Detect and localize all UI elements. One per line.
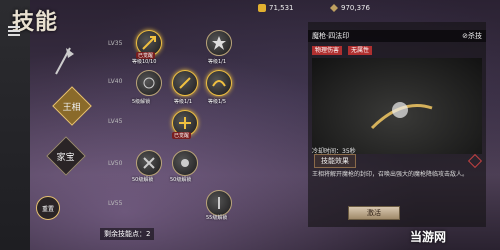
tag-physical: 物理伤害 xyxy=(312,46,343,55)
tag-neutral: 无属性 xyxy=(348,46,373,55)
node-sublabel: 50级解锁 xyxy=(170,177,192,183)
level-label: LV40 xyxy=(108,78,123,85)
skill-node[interactable] xyxy=(206,70,232,96)
gem-counter: 970,376 xyxy=(330,2,370,14)
reset-button[interactable]: 重置 xyxy=(36,196,60,220)
skill-node[interactable] xyxy=(172,150,198,176)
left-strip xyxy=(0,0,30,250)
skill-preview xyxy=(312,58,482,154)
skill-node[interactable] xyxy=(206,30,232,56)
level-label: LV50 xyxy=(108,160,123,167)
effect-text: 王相将解开魔枪的封印，召唤出强大的魔枪降临攻击敌人。 xyxy=(312,171,469,178)
axe-icon xyxy=(52,44,76,78)
level-label: LV55 xyxy=(108,200,123,207)
coin-icon xyxy=(258,4,266,12)
coin-counter: 71,531 xyxy=(258,2,294,14)
awakened-chip: 已觉醒 xyxy=(172,132,192,139)
menu-icon[interactable] xyxy=(8,26,20,36)
skill-node[interactable] xyxy=(136,150,162,176)
skill-name: 魔枪·四法印 xyxy=(312,32,350,40)
level-label: LV45 xyxy=(108,118,123,125)
node-sublabel: 等级1/1 xyxy=(174,99,193,105)
node-sublabel: 等级1/5 xyxy=(208,99,227,105)
info-icon[interactable] xyxy=(467,153,483,169)
node-sublabel: 等级10/10 xyxy=(132,59,157,65)
skill-node[interactable] xyxy=(136,70,162,96)
skill-points: 剩余技能点：2 xyxy=(100,228,155,240)
skill-node[interactable] xyxy=(172,70,198,96)
node-sublabel: 等级1/1 xyxy=(208,59,227,65)
node-sublabel: 50级解锁 xyxy=(132,177,154,183)
activate-button[interactable]: 激活 xyxy=(348,206,400,220)
skill-header: 魔枪·四法印 ⊘杀技 xyxy=(308,30,486,42)
gem-icon xyxy=(330,4,338,12)
effect-header: 技能效果 xyxy=(308,153,486,169)
skill-detail-panel: 魔枪·四法印 ⊘杀技 物理伤害 无属性 冷却时间：35秒 技能效果 王相将解开魔… xyxy=(308,22,486,227)
effect-title: 技能效果 xyxy=(314,154,356,168)
skill-node[interactable] xyxy=(206,190,232,216)
node-sublabel: 5级解锁 xyxy=(132,99,151,105)
level-label: LV35 xyxy=(108,40,123,47)
skill-kind: ⊘杀技 xyxy=(462,32,482,40)
node-sublabel: 55级解锁 xyxy=(206,215,228,221)
watermark: 当游网 xyxy=(410,230,447,244)
